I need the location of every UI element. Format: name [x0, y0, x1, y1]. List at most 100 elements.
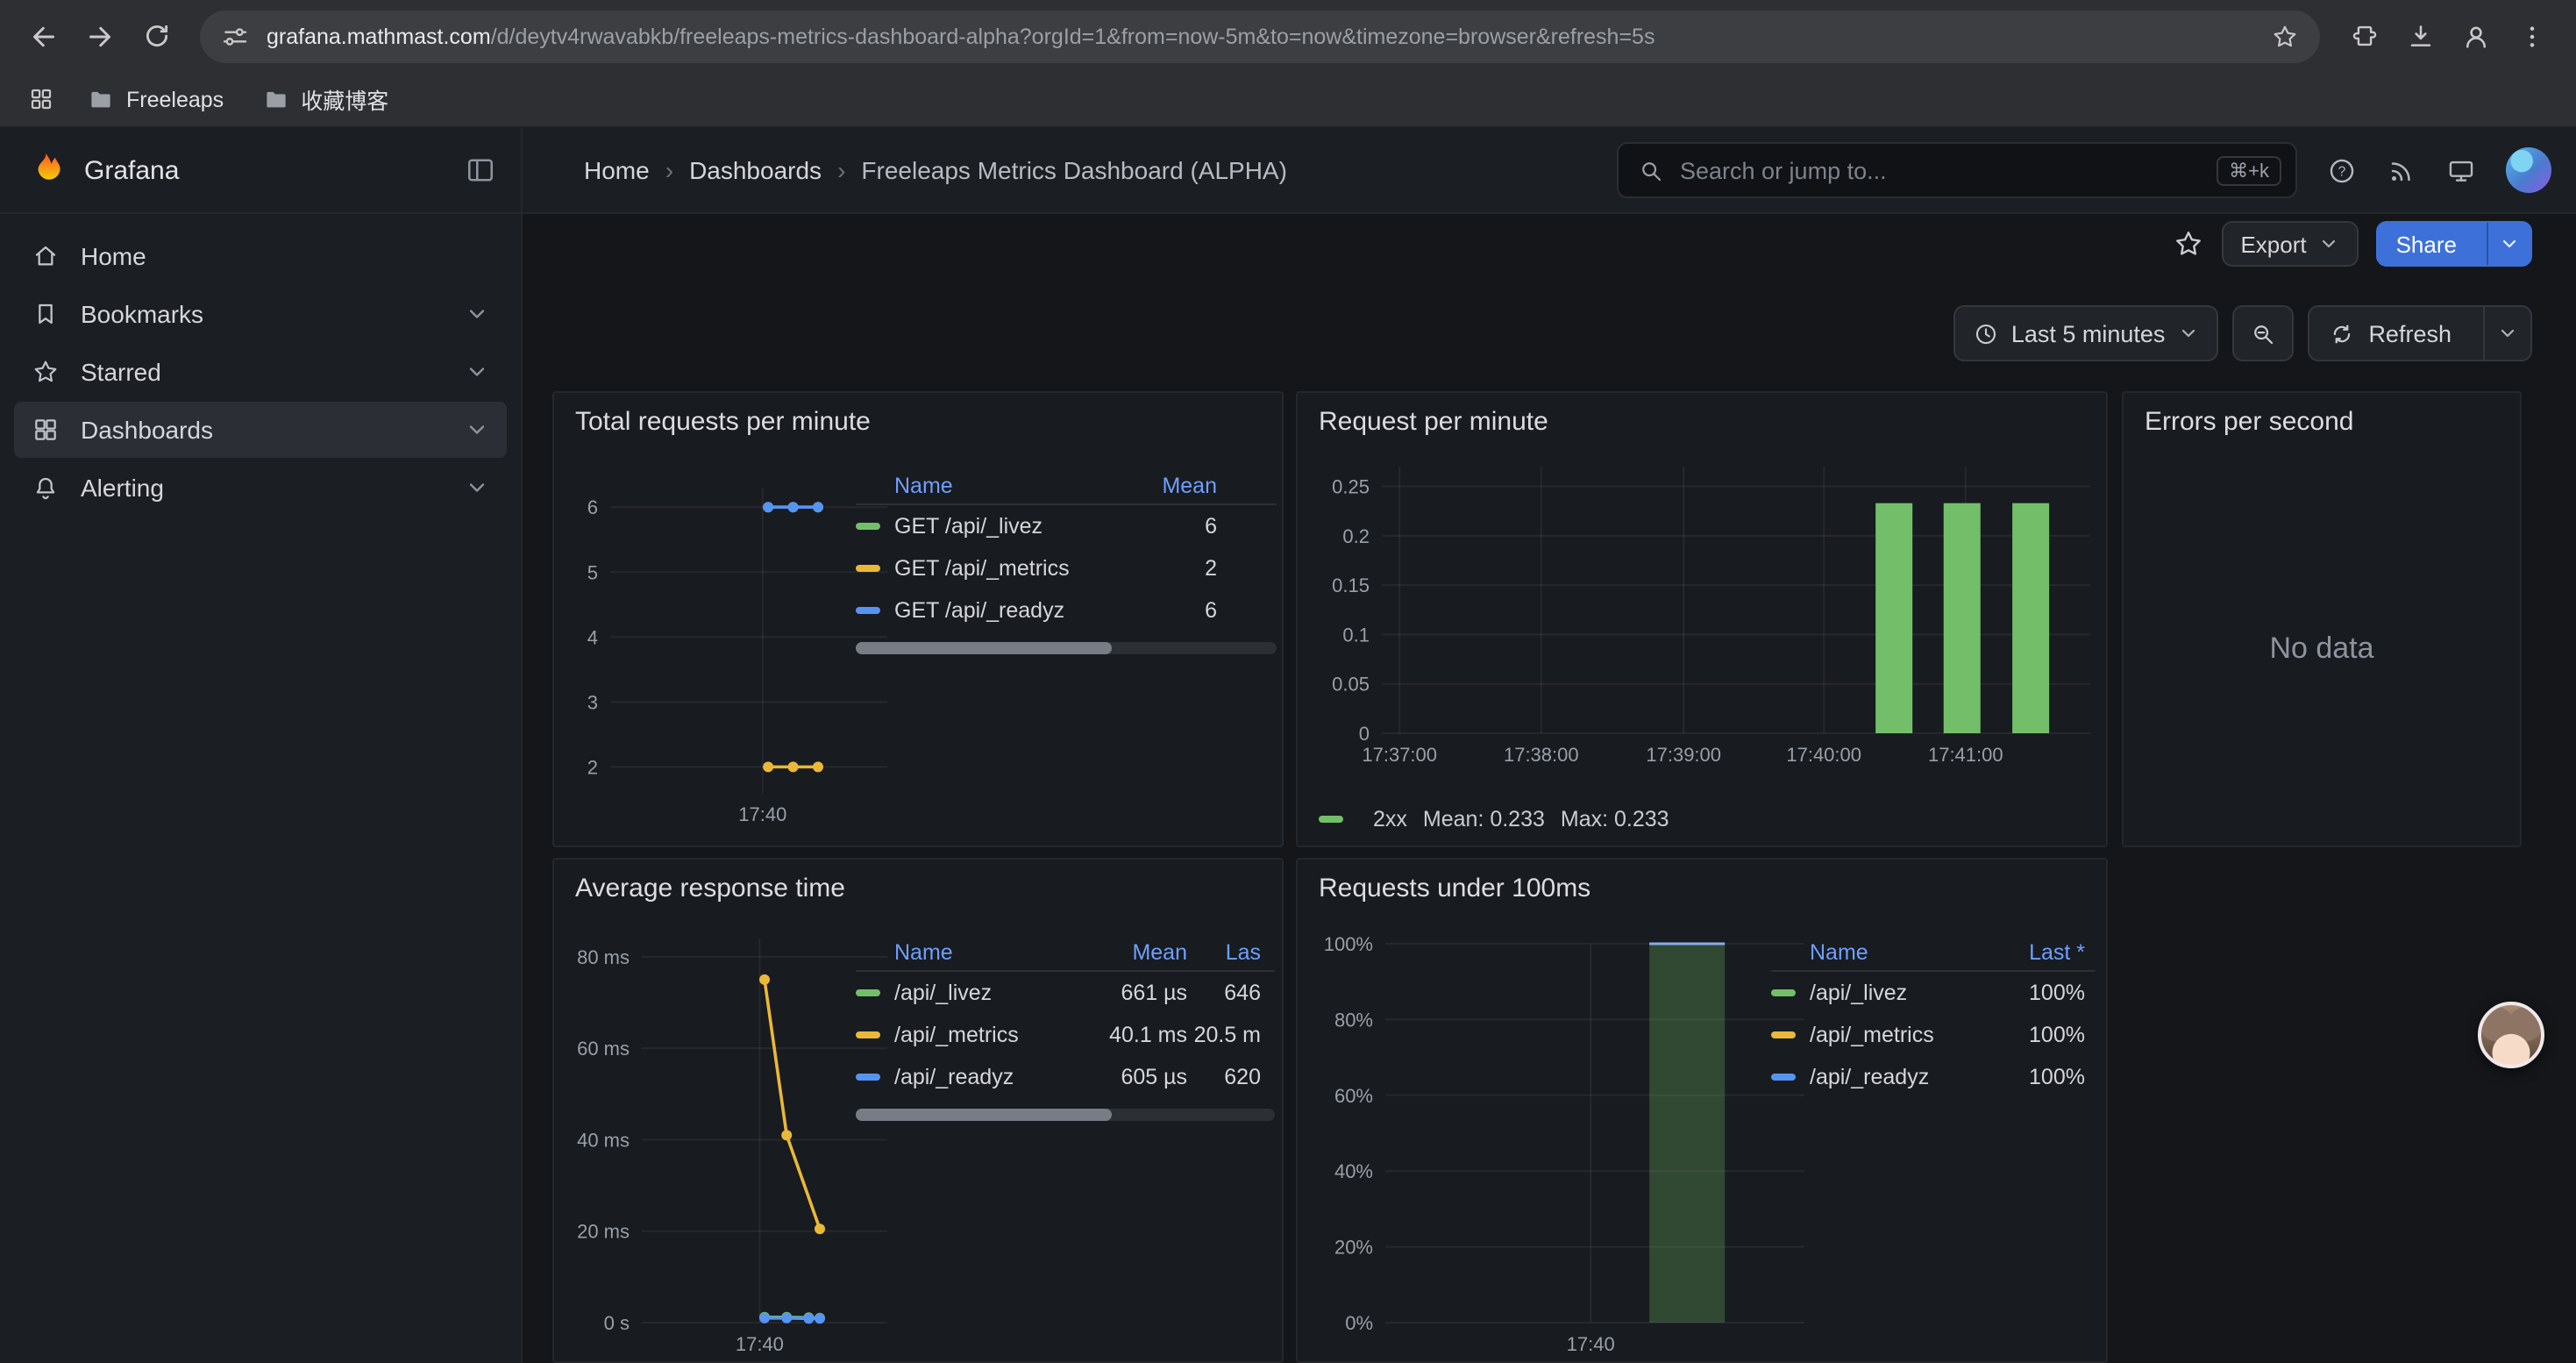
legend-row[interactable]: /api/_livez 100%: [1771, 972, 2096, 1014]
search-input[interactable]: Search or jump to... ⌘+k: [1617, 142, 2297, 198]
legend-row[interactable]: GET /api/_readyz 6: [856, 589, 1277, 632]
legend-row[interactable]: GET /api/_livez 6: [856, 505, 1277, 547]
svg-text:0.1: 0.1: [1342, 624, 1370, 646]
series-marker: [1771, 1074, 1796, 1081]
extensions-icon[interactable]: [2338, 10, 2390, 62]
time-range-picker[interactable]: Last 5 minutes: [1953, 305, 2218, 361]
forward-icon[interactable]: [74, 10, 126, 62]
sidebar-item-dashboards[interactable]: Dashboards: [14, 402, 507, 458]
svg-text:17:40: 17:40: [736, 1333, 784, 1355]
chevron-down-icon[interactable]: [465, 417, 489, 442]
panel-title[interactable]: Request per minute: [1319, 407, 1548, 437]
legend-header-mean[interactable]: Mean: [1089, 939, 1187, 964]
refresh-icon: [2328, 320, 2354, 346]
address-bar[interactable]: grafana.mathmast.com/d/deytv4rwavabkb/fr…: [200, 10, 2320, 62]
legend-header-name[interactable]: Name: [1810, 939, 1994, 964]
sidebar-item-home[interactable]: Home: [14, 228, 507, 284]
series-last: 20.5 m: [1187, 1023, 1261, 1047]
series-mean: 661 µs: [1089, 981, 1187, 1005]
refresh-interval-menu[interactable]: [2483, 307, 2530, 360]
legend-row[interactable]: /api/_metrics 100%: [1771, 1014, 2096, 1056]
breadcrumb-current: Freeleaps Metrics Dashboard (ALPHA): [861, 156, 1287, 184]
bookmark-folder-blogs[interactable]: 收藏博客: [248, 78, 402, 120]
sidebar-item-starred[interactable]: Starred: [14, 344, 507, 400]
series-mean: 40.1 ms: [1089, 1023, 1187, 1047]
help-icon[interactable]: ?: [2327, 155, 2357, 185]
bookmark-star-icon[interactable]: [2271, 22, 2299, 50]
share-main-button[interactable]: Share: [2379, 223, 2474, 265]
series-max: Max: 0.233: [1561, 807, 1669, 831]
downloads-icon[interactable]: [2394, 10, 2446, 62]
time-controls: Last 5 minutes Refresh: [1953, 305, 2532, 361]
legend-scrollbar: [856, 1109, 1275, 1121]
legend-header-mean[interactable]: Mean: [1136, 473, 1217, 497]
user-avatar[interactable]: [2506, 147, 2551, 193]
breadcrumb-dashboards[interactable]: Dashboards: [689, 156, 822, 184]
export-button[interactable]: Export: [2221, 221, 2359, 267]
series-name: GET /api/_livez: [894, 514, 1136, 539]
url-domain: grafana.mathmast.com: [267, 24, 491, 48]
news-rss-icon[interactable]: [2387, 155, 2416, 185]
legend-row[interactable]: /api/_livez 661 µs 646: [856, 972, 1275, 1014]
total-requests-chart[interactable]: 6543217:40: [558, 467, 900, 826]
breadcrumb-home[interactable]: Home: [584, 156, 650, 184]
site-controls-icon[interactable]: [221, 22, 249, 50]
chevron-down-icon: [2497, 323, 2518, 344]
panel-title[interactable]: Average response time: [575, 874, 845, 903]
series-last: 100%: [1994, 1065, 2085, 1089]
panel-title[interactable]: Errors per second: [2145, 407, 2353, 437]
sidebar-item-alerting[interactable]: Alerting: [14, 460, 507, 516]
series-name: GET /api/_readyz: [894, 598, 1136, 623]
zoom-out-button[interactable]: [2231, 305, 2293, 361]
svg-text:0.2: 0.2: [1342, 525, 1370, 547]
average-response-time-chart[interactable]: 80 ms60 ms40 ms20 ms0 s17:40: [558, 930, 900, 1359]
folder-icon: [88, 86, 114, 112]
back-icon[interactable]: [18, 10, 70, 62]
grafana-app: Grafana Home Bookmarks Starred: [0, 128, 2576, 1363]
dashboard-toolbar: Export Share: [2172, 221, 2532, 267]
assistant-avatar-overlay[interactable]: [2478, 1002, 2544, 1068]
legend-row[interactable]: /api/_metrics 40.1 ms 20.5 m: [856, 1014, 1275, 1056]
svg-text:0 s: 0 s: [604, 1312, 630, 1334]
svg-text:40%: 40%: [1334, 1160, 1373, 1182]
legend-scrollbar-thumb[interactable]: [856, 642, 1113, 654]
panel-title[interactable]: Requests under 100ms: [1319, 874, 1590, 903]
browser-menu-icon[interactable]: [2506, 10, 2558, 62]
panel-total-requests: Total requests per minute 6543217:40 Nam…: [552, 391, 1284, 847]
panel-legend: Name Mean GET /api/_livez 6 GET /api/_me…: [856, 467, 1277, 654]
chevron-down-icon[interactable]: [465, 302, 489, 326]
legend-row[interactable]: /api/_readyz 100%: [1771, 1056, 2096, 1098]
legend-header-last[interactable]: Last *: [1994, 939, 2085, 964]
legend-header-last[interactable]: Las: [1187, 939, 1261, 964]
request-per-minute-chart[interactable]: 0.250.20.150.10.05017:37:0017:38:0017:39…: [1305, 463, 2103, 788]
share-menu-button[interactable]: [2487, 223, 2530, 265]
panel-title[interactable]: Total requests per minute: [575, 407, 871, 437]
breadcrumb-separator: ›: [837, 156, 845, 184]
dock-sidebar-icon[interactable]: [465, 154, 496, 186]
search-icon: [1638, 157, 1664, 183]
svg-text:80%: 80%: [1334, 1009, 1373, 1031]
chevron-down-icon: [2177, 323, 2198, 344]
legend-scrollbar-thumb[interactable]: [856, 1109, 1112, 1121]
legend-header-name[interactable]: Name: [894, 473, 1136, 497]
legend-row[interactable]: /api/_readyz 605 µs 620: [856, 1056, 1275, 1098]
svg-text:17:39:00: 17:39:00: [1646, 744, 1721, 766]
svg-text:60 ms: 60 ms: [577, 1038, 630, 1060]
favorite-star-icon[interactable]: [2172, 228, 2203, 260]
reload-icon[interactable]: [130, 10, 182, 62]
star-icon: [32, 358, 60, 386]
panel-legend-inline[interactable]: 2xx Mean: 0.233 Max: 0.233: [1319, 807, 1669, 831]
apps-grid-icon[interactable]: [18, 76, 63, 122]
breadcrumb: Home › Dashboards › Freeleaps Metrics Da…: [584, 156, 1287, 184]
kiosk-monitor-icon[interactable]: [2446, 155, 2476, 185]
grafana-logo[interactable]: [25, 149, 67, 191]
bookmark-folder-freeleaps[interactable]: Freeleaps: [74, 78, 238, 120]
legend-row[interactable]: GET /api/_metrics 2: [856, 547, 1277, 589]
chevron-down-icon[interactable]: [465, 475, 489, 500]
refresh-button[interactable]: Refresh: [2309, 307, 2471, 360]
legend-header-name[interactable]: Name: [894, 939, 1089, 964]
header-icons: ?: [2327, 147, 2551, 193]
sidebar-item-bookmarks[interactable]: Bookmarks: [14, 286, 507, 342]
profile-icon[interactable]: [2450, 10, 2502, 62]
chevron-down-icon[interactable]: [465, 360, 489, 384]
